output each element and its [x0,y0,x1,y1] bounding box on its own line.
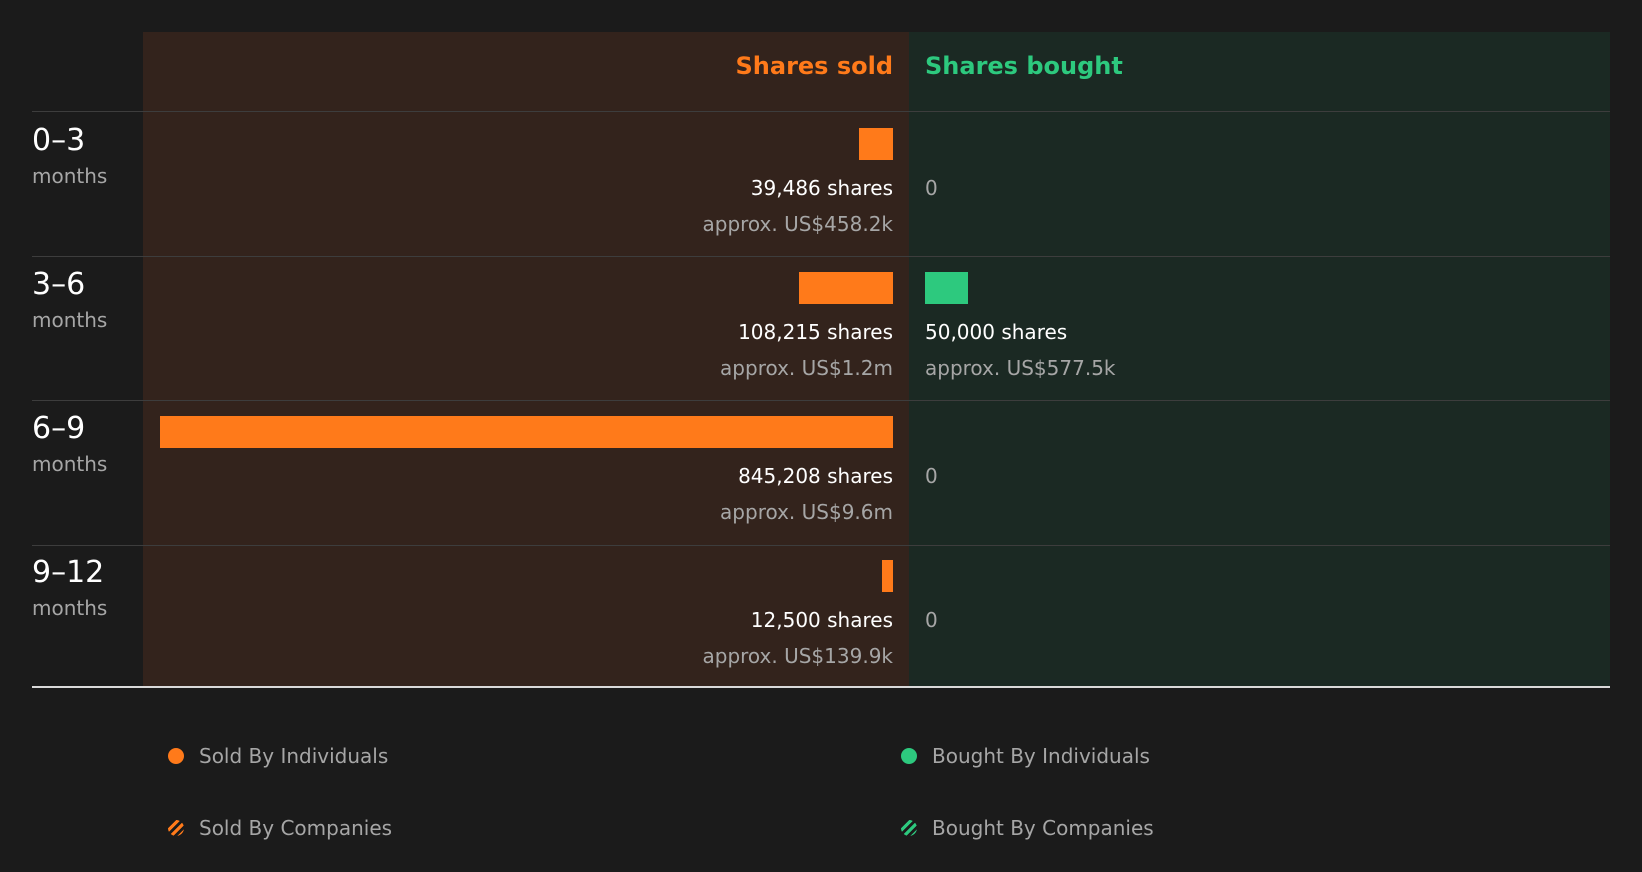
sold-bar [859,128,893,160]
legend-sold-individuals: Sold By Individuals [168,744,388,768]
sold-value-label: approx. US$139.9k [702,644,894,668]
legend-bought-companies: Bought By Companies [901,816,1154,840]
period-range: 3–6 [32,267,86,302]
legend-label: Bought By Individuals [932,744,1150,768]
bought-zero-label: 0 [925,176,938,200]
sold-shares-label: 12,500 shares [750,608,893,632]
period-label: 0–3 months [32,123,107,189]
legend-label: Sold By Companies [199,816,393,840]
sold-bar [160,416,893,448]
period-unit: months [32,164,108,188]
bought-value-label: approx. US$577.5k [925,356,1116,380]
row-divider [32,545,1610,546]
bought-shares-label: 50,000 shares [925,320,1068,344]
sold-value-label: approx. US$9.6m [720,500,893,524]
period-label: 9–12 months [32,555,107,621]
shares-sold-header: Shares sold [735,52,894,80]
row-divider [32,256,1610,257]
sold-shares-label: 108,215 shares [738,320,893,344]
period-unit: months [32,308,108,332]
sold-shares-label: 845,208 shares [738,464,893,488]
bought-zero-label: 0 [925,464,938,488]
sold-shares-label: 39,486 shares [750,176,893,200]
sold-value-label: approx. US$458.2k [702,212,894,236]
legend-bought-individuals: Bought By Individuals [901,744,1150,768]
bought-zero-label: 0 [925,608,938,632]
period-unit: months [32,452,108,476]
period-label: 3–6 months [32,267,107,333]
green-dot-icon [901,748,917,764]
row-divider [32,400,1610,401]
sold-bar [882,560,893,592]
orange-striped-dot-icon [168,820,184,836]
shares-bought-header: Shares bought [925,52,1123,80]
row-divider [32,111,1610,112]
legend-label: Sold By Individuals [199,744,389,768]
orange-dot-icon [168,748,184,764]
period-range: 9–12 [32,555,105,590]
legend-label: Bought By Companies [932,816,1154,840]
green-striped-dot-icon [901,820,917,836]
period-label: 6–9 months [32,411,107,477]
chart-baseline [32,686,1610,688]
bought-bar [925,272,968,304]
sold-bar [799,272,893,304]
period-unit: months [32,596,108,620]
legend-sold-companies: Sold By Companies [168,816,392,840]
period-range: 6–9 [32,411,86,446]
sold-value-label: approx. US$1.2m [720,356,893,380]
period-range: 0–3 [32,123,86,158]
